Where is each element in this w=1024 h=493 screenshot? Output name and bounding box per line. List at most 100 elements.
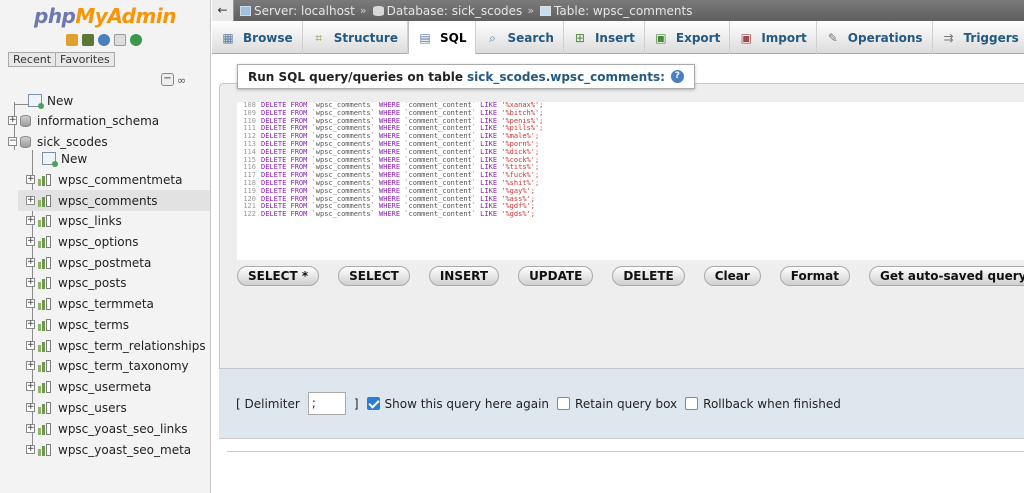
tab-export[interactable]: ▣ Export (645, 21, 731, 54)
main-tabs: ▦ Browse ⌗ Structure ▤ SQL ⌕ Search ⊞ Insert … (212, 21, 1024, 54)
table-icon (38, 443, 52, 456)
sql-identifier: `wpsc_comments` (311, 171, 380, 180)
breadcrumb-database[interactable]: Database: sick_scodes » (372, 4, 534, 18)
table-item-wpsc-terms[interactable]: + wpsc_terms (26, 314, 129, 335)
show-query-checkbox[interactable] (366, 397, 380, 410)
query-options: [ Delimiter ; ] Show this query here aga… (219, 368, 1024, 438)
expand-icon[interactable]: + (26, 299, 35, 308)
sql-identifier: `wpsc_comments` (311, 124, 380, 133)
delimiter-input[interactable]: ; (307, 392, 346, 415)
expand-icon[interactable]: + (26, 382, 35, 391)
sql-keyword: WHERE (379, 186, 405, 195)
table-icon (540, 5, 552, 16)
rollback-label[interactable]: Rollback when finished (703, 397, 841, 411)
sql-identifier: `comment_content` (404, 171, 481, 180)
phpmyadmin-logo[interactable]: phpMyAdmin (34, 4, 176, 28)
expand-icon[interactable]: + (26, 361, 35, 370)
table-item-wpsc-yoast-seo-meta[interactable]: + wpsc_yoast_seo_meta (26, 439, 191, 460)
table-icon (38, 256, 52, 269)
back-arrow-icon[interactable]: ← (212, 0, 234, 21)
format-button[interactable]: Format (779, 266, 850, 286)
sql-keyword: WHERE (379, 163, 405, 172)
sql-keyword: WHERE (379, 116, 405, 125)
expand-icon[interactable]: + (26, 445, 35, 454)
expand-icon[interactable]: + (8, 116, 17, 125)
sql-keyword: LIKE (480, 108, 502, 117)
sql-string: '%gds%'; (501, 210, 535, 219)
sql-query-editor[interactable]: 108 DELETE FROM `wpsc_comments` WHERE `co… (237, 102, 1024, 260)
table-item-wpsc-yoast-seo-links[interactable]: + wpsc_yoast_seo_links (26, 418, 188, 439)
sql-identifier: `comment_content` (404, 163, 481, 172)
table-item-wpsc-postmeta[interactable]: + wpsc_postmeta (26, 252, 151, 273)
help-icon[interactable]: ? (670, 70, 684, 83)
table-name-link[interactable]: sick_scodes.wpsc_comments: (467, 70, 665, 84)
sql-keyword: DELETE FROM (261, 147, 312, 156)
tab-triggers[interactable]: ⇉ Triggers (933, 21, 1024, 54)
breadcrumb-separator: » (359, 4, 367, 17)
table-item-wpsc-term-relationships[interactable]: + wpsc_term_relationships (26, 335, 206, 356)
db-information-schema[interactable]: + information_schema (8, 110, 159, 131)
tab-insert[interactable]: ⊞ Insert (564, 21, 645, 54)
expand-icon[interactable]: + (26, 424, 35, 433)
tab-browse[interactable]: ▦ Browse (212, 21, 303, 54)
get-auto-saved-query-button[interactable]: Get auto-saved query (869, 266, 1024, 286)
nav-new-table[interactable]: New (42, 148, 87, 169)
nav-new-database[interactable]: New (14, 90, 73, 111)
table-item-wpsc-usermeta[interactable]: + wpsc_usermeta (26, 376, 151, 397)
reload-icon[interactable] (130, 34, 142, 46)
tab-search[interactable]: ⌕ Search (476, 21, 564, 54)
help-docs-icon[interactable] (98, 34, 110, 46)
expand-icon[interactable]: + (26, 258, 35, 267)
expand-icon[interactable]: + (26, 320, 35, 329)
table-item-wpsc-users[interactable]: + wpsc_users (26, 397, 127, 418)
table-icon (38, 173, 52, 186)
retain-query-label[interactable]: Retain query box (575, 397, 677, 411)
collapse-all-icon[interactable]: − (161, 73, 174, 86)
table-item-wpsc-term-taxonomy[interactable]: + wpsc_term_taxonomy (26, 355, 189, 376)
tab-structure[interactable]: ⌗ Structure (303, 21, 408, 54)
favorites-tab[interactable]: Favorites (56, 52, 115, 67)
server-icon (240, 5, 251, 16)
tab-operations[interactable]: ✎ Operations (817, 21, 933, 54)
table-item-wpsc-commentmeta[interactable]: + wpsc_commentmeta (26, 169, 182, 190)
rollback-checkbox[interactable] (685, 397, 699, 410)
breadcrumb-server[interactable]: Server: localhost » (240, 4, 367, 18)
show-query-label[interactable]: Show this query here again (385, 397, 549, 411)
tab-sql[interactable]: ▤ SQL (407, 21, 477, 54)
documentation-icon[interactable] (114, 34, 126, 46)
search-icon: ⌕ (489, 30, 496, 45)
link-with-main-icon[interactable]: ∞ (177, 74, 186, 87)
insert-button[interactable]: INSERT (428, 266, 500, 286)
logout-icon[interactable] (82, 34, 94, 46)
tab-import[interactable]: ▣ Import (730, 21, 817, 54)
table-item-wpsc-posts[interactable]: + wpsc_posts (26, 272, 126, 293)
table-item-wpsc-links[interactable]: + wpsc_links (26, 210, 122, 231)
table-item-wpsc-options[interactable]: + wpsc_options (26, 231, 138, 252)
expand-icon[interactable]: + (26, 216, 35, 225)
sql-identifier: `wpsc_comments` (311, 116, 380, 125)
sql-keyword: WHERE (379, 155, 405, 164)
home-icon[interactable] (66, 34, 78, 46)
expand-icon[interactable]: + (26, 237, 35, 246)
table-icon (38, 194, 52, 207)
update-button[interactable]: UPDATE (518, 266, 594, 286)
clear-button[interactable]: Clear (703, 266, 761, 286)
breadcrumb: ← Server: localhost » Database: sick_sco… (212, 0, 1024, 21)
select-star-button[interactable]: SELECT * (237, 266, 320, 286)
collapse-icon[interactable]: − (8, 137, 17, 146)
expand-icon[interactable]: + (26, 403, 35, 412)
expand-icon[interactable]: + (26, 278, 35, 287)
breadcrumb-table[interactable]: Table: wpsc_comments (540, 4, 692, 18)
sql-keyword: DELETE FROM (261, 210, 312, 219)
expand-icon[interactable]: + (26, 175, 35, 184)
expand-icon[interactable]: + (26, 341, 35, 350)
recent-tab[interactable]: Recent (8, 52, 57, 67)
table-item-wpsc-termmeta[interactable]: + wpsc_termmeta (26, 293, 154, 314)
line-number: 122 (243, 210, 256, 219)
table-item-wpsc-comments[interactable]: + wpsc_comments (18, 190, 210, 211)
delete-button[interactable]: DELETE (612, 266, 685, 286)
retain-query-checkbox[interactable] (557, 397, 571, 410)
sql-keyword: DELETE FROM (261, 132, 312, 141)
select-button[interactable]: SELECT (338, 266, 410, 286)
expand-icon[interactable]: + (26, 196, 35, 205)
